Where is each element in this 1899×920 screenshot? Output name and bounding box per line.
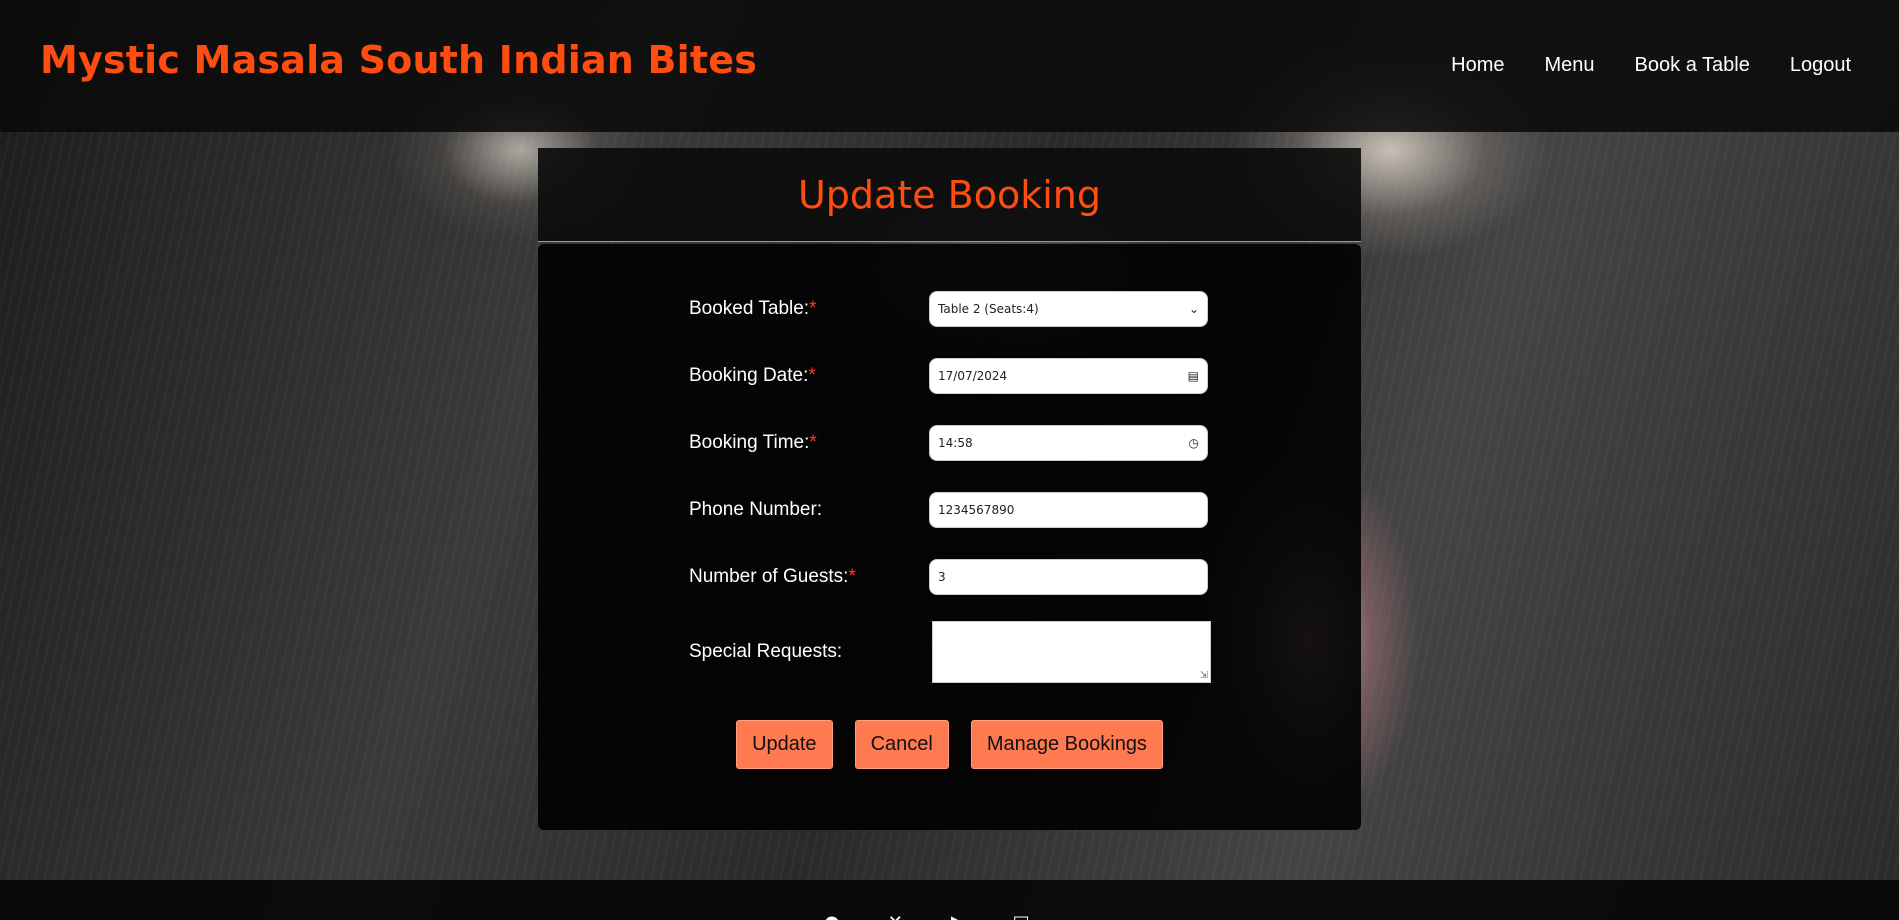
guests-input[interactable]: 3 (929, 559, 1208, 595)
guests-row: Number of Guests:* 3 (689, 559, 1208, 595)
youtube-icon[interactable]: ▶ (951, 910, 965, 920)
required-marker: * (808, 365, 816, 386)
facebook-icon[interactable]: ● (824, 910, 840, 920)
booking-time-value: 14:58 (938, 436, 973, 450)
special-requests-textarea[interactable]: ⇲ (932, 621, 1211, 683)
booked-table-value: Table 2 (Seats:4) (938, 302, 1039, 316)
booked-table-select[interactable]: Table 2 (Seats:4) ⌄ (929, 291, 1208, 327)
page-title-panel: Update Booking (538, 148, 1361, 242)
phone-number-label: Phone Number: (689, 499, 823, 520)
update-button[interactable]: Update (736, 720, 833, 769)
social-links: ● ✕ ▶ □ (824, 910, 1030, 920)
booked-table-label: Booked Table:* (689, 298, 817, 319)
instagram-icon[interactable]: □ (1013, 910, 1030, 920)
resize-handle-icon[interactable]: ⇲ (1200, 670, 1208, 681)
clock-icon[interactable]: ◷ (1189, 436, 1199, 450)
form-actions: Update Cancel Manage Bookings (538, 720, 1361, 769)
chevron-down-icon: ⌄ (1188, 302, 1199, 316)
phone-number-input[interactable]: 1234567890 (929, 492, 1208, 528)
booked-table-row: Booked Table:* Table 2 (Seats:4) ⌄ (689, 291, 1208, 327)
guests-label: Number of Guests:* (689, 566, 856, 587)
calendar-icon[interactable]: ▤ (1188, 369, 1199, 383)
phone-number-value: 1234567890 (938, 503, 1015, 517)
manage-bookings-button[interactable]: Manage Bookings (970, 720, 1163, 769)
brand-logo-text[interactable]: Mystic Masala South Indian Bites (40, 38, 757, 82)
booking-time-label: Booking Time:* (689, 432, 817, 453)
nav-book-table-link[interactable]: Book a Table (1635, 54, 1750, 77)
phone-number-row: Phone Number: 1234567890 (689, 492, 1208, 528)
required-marker: * (848, 566, 856, 587)
main-nav: Home Menu Book a Table Logout (1451, 54, 1851, 77)
booking-date-value: 17/07/2024 (938, 369, 1008, 383)
required-marker: * (809, 298, 817, 319)
nav-logout-link[interactable]: Logout (1790, 54, 1851, 77)
x-twitter-icon[interactable]: ✕ (888, 910, 903, 920)
site-header: Mystic Masala South Indian Bites Home Me… (0, 0, 1899, 132)
booking-date-row: Booking Date:* 17/07/2024 ▤ (689, 358, 1208, 394)
special-requests-row: Special Requests: ⇲ (689, 621, 1211, 683)
booking-date-label: Booking Date:* (689, 365, 816, 386)
special-requests-label: Special Requests: (689, 641, 843, 662)
nav-menu-link[interactable]: Menu (1545, 54, 1595, 77)
guests-value: 3 (938, 570, 946, 584)
booking-time-input[interactable]: 14:58 ◷ (929, 425, 1208, 461)
page-title: Update Booking (797, 172, 1102, 217)
site-footer: ● ✕ ▶ □ (0, 880, 1899, 920)
booking-time-row: Booking Time:* 14:58 ◷ (689, 425, 1208, 461)
booking-date-input[interactable]: 17/07/2024 ▤ (929, 358, 1208, 394)
required-marker: * (809, 432, 817, 453)
update-booking-form: Booked Table:* Table 2 (Seats:4) ⌄ Booki… (538, 244, 1361, 830)
cancel-button[interactable]: Cancel (854, 720, 949, 769)
nav-home-link[interactable]: Home (1451, 54, 1504, 77)
